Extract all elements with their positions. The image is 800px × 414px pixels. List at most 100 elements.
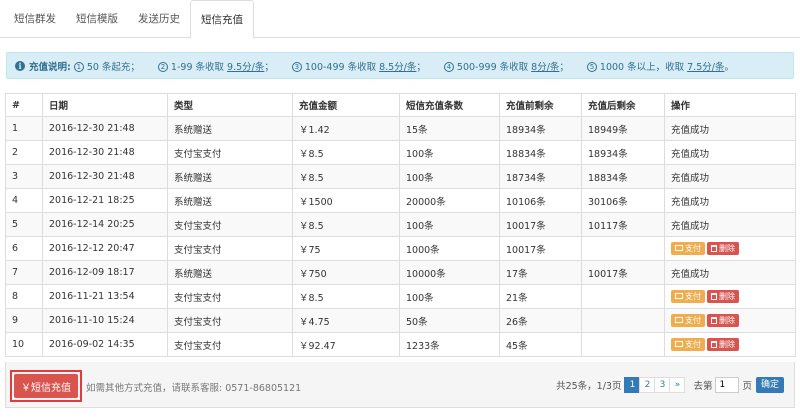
table-cell: 18734条 [499,164,582,189]
credit-card-icon [675,293,683,299]
table-row: 8 2016-11-21 13:54 支付宝支付 ￥8.5 100条 21条 支付 删除 [5,284,796,309]
table-cell: 充值成功 [664,140,796,165]
table-cell: 充值成功 [664,260,796,285]
table-cell: 100条 [399,284,500,309]
credit-card-icon [675,245,683,251]
row-actions: 支付 删除 [664,308,796,333]
table-row: 1 2016-12-30 21:48 系统赠送 ￥1.42 15条 18934条 18949… [5,116,796,141]
table-cell [581,332,665,357]
table-cell: 50条 [399,308,500,333]
delete-button[interactable]: 删除 [707,242,739,255]
credit-card-icon [675,341,683,347]
pay-button[interactable]: 支付 [671,290,705,303]
table-cell: 20000条 [399,188,500,213]
column-header: # [5,93,43,117]
table-cell: 2 [5,140,43,165]
trash-icon [711,293,717,300]
page-2-button[interactable]: 2 [639,377,656,393]
table-cell: 10017条 [499,236,582,261]
delete-button[interactable]: 删除 [707,314,739,327]
table-cell: ￥1500 [292,188,400,213]
table-cell: ￥8.5 [292,140,400,165]
table-cell: 充值成功 [664,116,796,141]
recharge-button-highlight: ￥短信充值 [10,370,82,402]
table-cell [581,308,665,333]
pay-button[interactable]: 支付 [671,314,705,327]
table-cell: 3 [5,164,43,189]
table-cell: 支付宝支付 [167,140,293,165]
table-row: 9 2016-11-10 15:24 支付宝支付 ￥4.75 50条 26条 支付 删除 [5,308,796,333]
table-footer: ￥短信充值 如需其他方式充值，请联系客服: 0571-86805121 共25条… [5,362,795,408]
table-cell: ￥92.47 [292,332,400,357]
info-item-5: 5 1000 条以上，收取 7.5分/条。 [586,59,734,73]
recharge-button[interactable]: ￥短信充值 [14,374,78,398]
tab-sms-recharge[interactable]: 短信充值 [190,0,254,39]
table-cell: 10017条 [499,212,582,237]
table-cell: 10106条 [499,188,582,213]
column-header: 日期 [42,93,168,117]
table-cell: ￥75 [292,236,400,261]
column-header: 短信充值条数 [399,93,500,117]
delete-button[interactable]: 删除 [707,290,739,303]
table-cell: ￥4.75 [292,308,400,333]
table-cell: 15条 [399,116,500,141]
table-row: 3 2016-12-30 21:48 系统赠送 ￥8.5 100条 18734条 18834… [5,164,796,189]
page-3-button[interactable]: 3 [654,377,671,393]
tab-send-history[interactable]: 发送历史 [128,0,190,38]
table-cell: 2016-11-10 15:24 [42,308,168,333]
table-cell: 2016-12-30 21:48 [42,164,168,189]
table-cell: 100条 [399,164,500,189]
table-cell: 17条 [499,260,582,285]
table-cell: 4 [5,188,43,213]
tab-bulk-sms[interactable]: 短信群发 [4,0,66,38]
table-row: 5 2016-12-14 20:25 支付宝支付 ￥8.5 100条 10017条 1011… [5,212,796,237]
row-actions: 支付 删除 [664,284,796,309]
table-cell: 10117条 [581,212,665,237]
table-cell: 10017条 [581,260,665,285]
table-cell: 系统赠送 [167,260,293,285]
pay-button-label: 支付 [685,292,701,301]
table-cell: 支付宝支付 [167,284,293,309]
table-cell: ￥8.5 [292,212,400,237]
table-cell: 2016-09-02 14:35 [42,332,168,357]
pay-button-label: 支付 [685,244,701,253]
tab-sms-templates[interactable]: 短信模版 [66,0,128,38]
delete-button[interactable]: 删除 [707,338,739,351]
recharge-info-bar: i 充值说明: 1 50 条起充； 2 1-99 条收取 9.5分/条； 3 100-… [6,52,794,79]
delete-button-label: 删除 [719,316,735,325]
next-page-button[interactable]: » [669,377,686,393]
page-1-button[interactable]: 1 [624,377,641,393]
table-cell: 1000条 [399,236,500,261]
table-cell: 10000条 [399,260,500,285]
table-cell: 1 [5,116,43,141]
table-cell: 支付宝支付 [167,212,293,237]
trash-icon [711,341,717,348]
table-cell: ￥1.42 [292,116,400,141]
table-row: 7 2016-12-09 18:17 系统赠送 ￥750 10000条 17条 10017条… [5,260,796,285]
goto-label: 去第 [693,381,713,392]
pay-button[interactable]: 支付 [671,338,705,351]
table-cell: 100条 [399,140,500,165]
table-header-row: # 日期 类型 充值金额 短信充值条数 充值前剩余 充值后剩余 操作 [5,93,796,117]
info-item-4: 4 500-999 条收取 8分/条； [443,59,569,73]
table-cell: 100条 [399,212,500,237]
table-cell: ￥8.5 [292,164,400,189]
info-item-2: 2 1-99 条收取 9.5分/条； [157,59,274,73]
table-row: 10 2016-09-02 14:35 支付宝支付 ￥92.47 1233条 45条 支付 删… [5,332,796,357]
table-row: 2 2016-12-30 21:48 支付宝支付 ￥8.5 100条 18834条 1893… [5,140,796,165]
table-cell: 45条 [499,332,582,357]
pay-button[interactable]: 支付 [671,242,705,255]
credit-card-icon [675,317,683,323]
delete-button-label: 删除 [719,244,735,253]
column-header: 充值后剩余 [581,93,665,117]
delete-button-label: 删除 [719,340,735,349]
info-label: 充值说明: [29,61,71,73]
table-cell [581,236,665,261]
column-header: 操作 [664,93,796,117]
table-cell: 2016-12-09 18:17 [42,260,168,285]
table-cell: 支付宝支付 [167,332,293,357]
table-cell: 支付宝支付 [167,308,293,333]
goto-page-input[interactable] [715,377,740,393]
goto-confirm-button[interactable]: 确定 [755,377,784,393]
table-cell [581,284,665,309]
